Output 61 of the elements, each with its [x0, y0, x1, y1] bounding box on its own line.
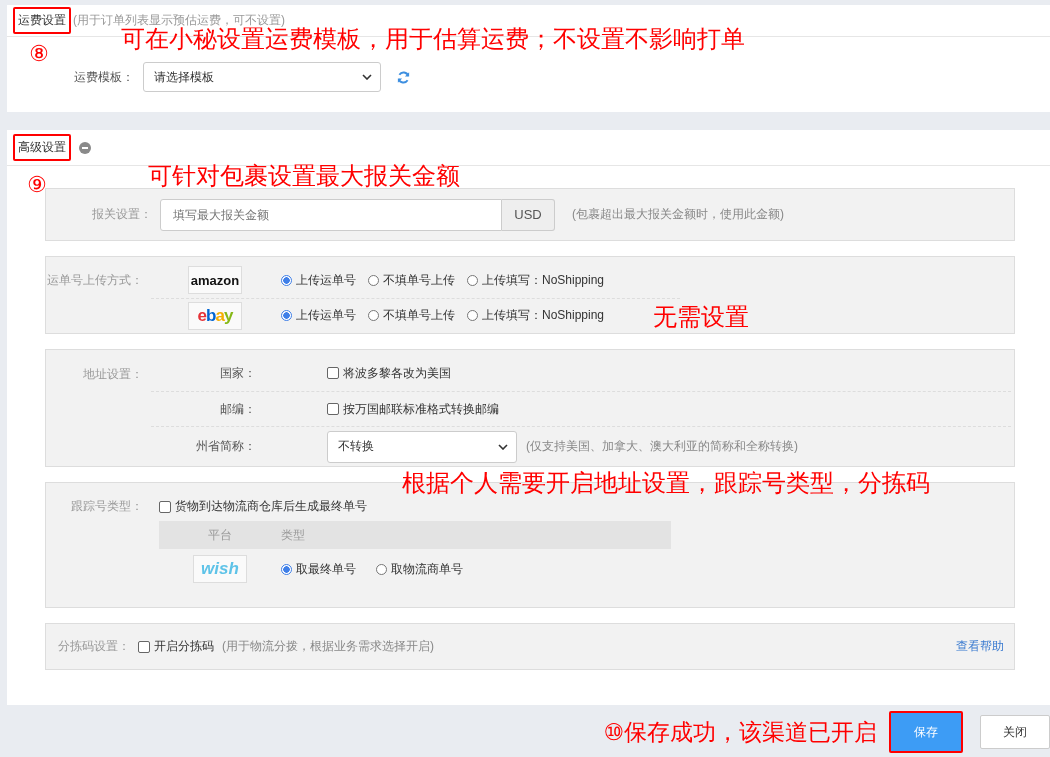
field-label: 地址设置： — [82, 366, 144, 383]
select-field[interactable]: 不转换 — [327, 430, 517, 463]
radio-button[interactable] — [376, 563, 387, 575]
checkbox[interactable] — [138, 640, 150, 653]
annotation-text: 无需设置 — [653, 305, 749, 329]
radio-label: 不填单号上传 — [383, 271, 455, 289]
column-header: 平台 — [207, 526, 233, 544]
section-title: 高级设置 — [13, 134, 71, 161]
close-button[interactable]: 关闭 — [980, 715, 1050, 749]
select-field[interactable]: 请选择模板 — [143, 62, 381, 92]
field-label: 州省简称： — [195, 438, 257, 456]
radio-button[interactable] — [281, 310, 292, 322]
checkbox[interactable] — [327, 367, 339, 380]
radio-button[interactable] — [368, 274, 379, 286]
annotation-text: ⑧ — [29, 43, 49, 65]
currency-addon: USD — [502, 198, 555, 231]
annotation-text: 根据个人需要开启地址设置，跟踪号类型，分拣码 — [402, 471, 930, 495]
radio-label: 上传运单号 — [296, 307, 356, 325]
annotation-text: 可针对包裹设置最大报关金额 — [148, 164, 460, 188]
field-label: 运单号上传方式： — [46, 272, 144, 289]
radio-button[interactable] — [467, 310, 478, 322]
platform-logo: ebay — [188, 301, 242, 330]
column-header: 类型 — [281, 526, 305, 544]
checkbox[interactable] — [159, 500, 171, 513]
radio-label: 上传运单号 — [296, 271, 356, 289]
radio-label: 上传填写：NoShipping — [482, 307, 605, 325]
input-field[interactable]: 填写最大报关金额 — [160, 198, 502, 231]
annotation-text: ⑨ — [27, 174, 47, 196]
section-title: 运费设置 — [13, 7, 71, 34]
field-hint: (包裹超出最大报关金额时，使用此金额) — [572, 206, 784, 223]
section-hint: (用于订单列表显示预估运费，可不设置) — [73, 12, 285, 27]
radio-button[interactable] — [281, 274, 292, 286]
field-label: 跟踪号类型： — [70, 498, 144, 515]
field-label: 报关设置： — [91, 206, 153, 223]
checkbox-label: 将波多黎各改为美国 — [343, 364, 451, 382]
help-link[interactable]: 查看帮助 — [956, 638, 1004, 655]
radio-label: 上传填写：NoShipping — [482, 271, 605, 289]
radio-button[interactable] — [467, 274, 478, 286]
caret-icon — [362, 74, 372, 80]
annotation-text: ⑩保存成功，该渠道已开启 — [603, 720, 877, 744]
field-label: 国家： — [219, 364, 257, 382]
radio-label: 取最终单号 — [296, 560, 356, 578]
checkbox-label: 按万国邮联标准格式转换邮编 — [343, 400, 499, 418]
field-label: 运费模板： — [73, 68, 135, 86]
checkbox[interactable] — [327, 403, 339, 416]
field-hint: (仅支持美国、加拿大、澳大利亚的简称和全称转换) — [526, 438, 798, 456]
radio-label: 不填单号上传 — [383, 307, 455, 325]
radio-button[interactable] — [281, 563, 292, 575]
field-hint: (用于物流分拨，根据业务需求选择开启) — [222, 638, 434, 655]
caret-icon — [498, 443, 508, 450]
refresh-icon[interactable] — [396, 69, 411, 85]
radio-label: 取物流商单号 — [391, 560, 463, 578]
field-label: 邮编： — [219, 400, 257, 418]
checkbox-label: 开启分拣码 — [154, 638, 214, 655]
radio-button[interactable] — [368, 310, 379, 322]
platform-logo: amazon — [188, 266, 242, 295]
checkbox-label: 货物到达物流商仓库后生成最终单号 — [175, 498, 367, 515]
collapse-icon[interactable] — [79, 141, 91, 154]
platform-logo: wish — [193, 555, 247, 583]
annotation-text: 可在小秘设置运费模板，用于估算运费；不设置不影响打单 — [121, 27, 745, 51]
field-label: 分拣码设置： — [57, 638, 131, 655]
